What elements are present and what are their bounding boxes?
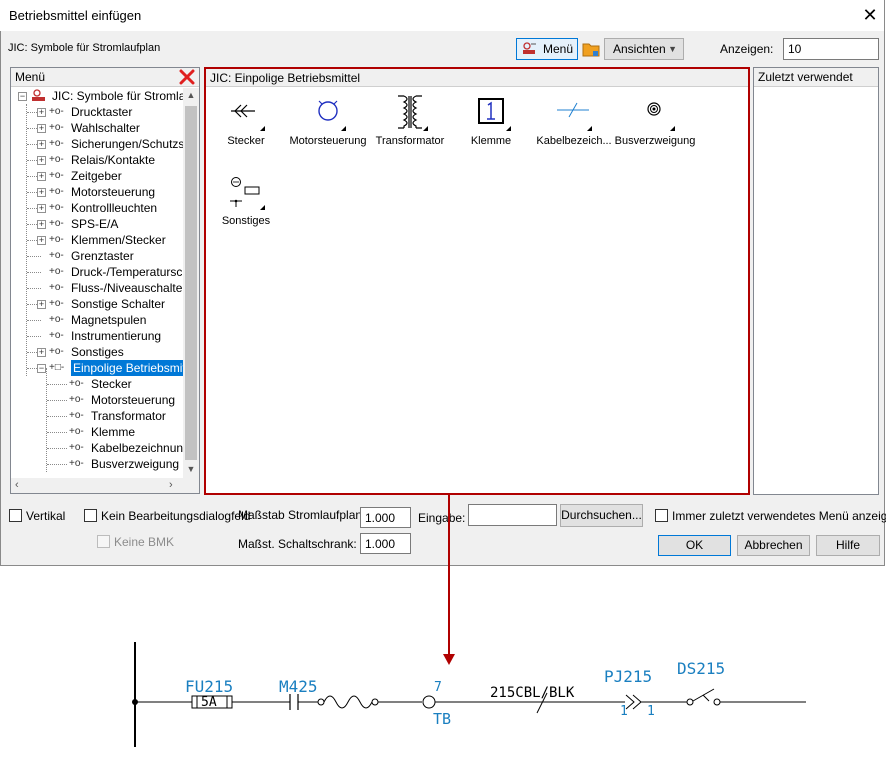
fuse-value: 5A (201, 695, 217, 710)
plug-pin-right: 1 (647, 704, 655, 719)
plug-pin-left: 1 (620, 704, 628, 719)
schematic-preview (132, 642, 806, 747)
terminal-number: 7 (434, 680, 442, 695)
fuse-tag: FU215 (185, 677, 234, 696)
cable-tag: 215CBL/BLK (490, 685, 575, 701)
plug-tag: PJ215 (604, 667, 653, 686)
switch-tag: DS215 (677, 659, 726, 678)
motor-tag: M425 (279, 677, 318, 696)
terminal-tag: TB (433, 710, 452, 728)
